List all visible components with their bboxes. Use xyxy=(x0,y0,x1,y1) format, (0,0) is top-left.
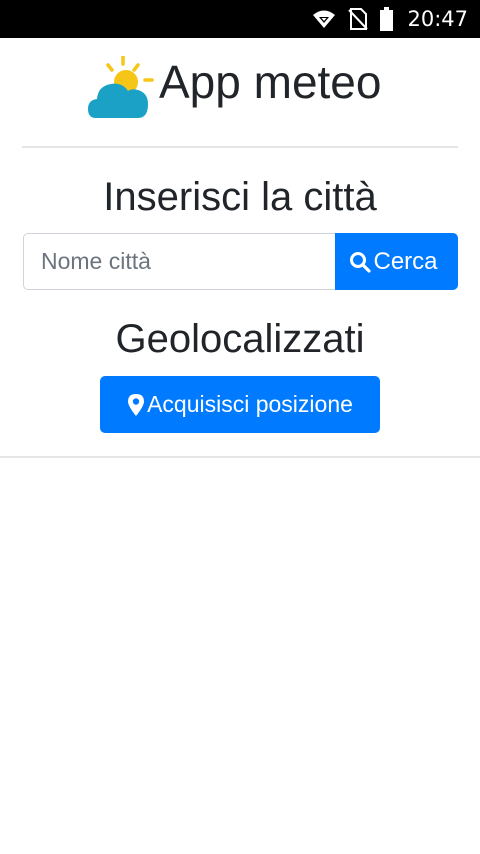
search-icon xyxy=(349,251,372,273)
header-divider xyxy=(22,146,458,148)
battery-icon xyxy=(380,7,394,31)
status-icons: 20:47 xyxy=(312,0,468,38)
city-input[interactable] xyxy=(23,233,335,290)
acquire-position-label: Acquisisci posizione xyxy=(147,391,353,417)
sun-cloud-icon xyxy=(86,56,154,118)
wifi-icon xyxy=(312,9,336,29)
app-header: App meteo xyxy=(0,38,480,128)
app-title: App meteo xyxy=(159,56,382,108)
search-button[interactable]: Cerca xyxy=(335,233,458,290)
status-time: 20:47 xyxy=(407,7,468,31)
city-search-group: Cerca xyxy=(23,233,458,290)
city-search-heading: Inserisci la città xyxy=(103,175,377,219)
content-divider xyxy=(0,456,480,458)
acquire-position-button[interactable]: Acquisisci posizione xyxy=(100,376,380,433)
map-pin-icon xyxy=(127,393,145,417)
no-sim-icon xyxy=(348,8,369,30)
status-bar: 20:47 xyxy=(0,0,480,38)
geolocation-heading: Geolocalizzati xyxy=(115,317,365,361)
search-button-label: Cerca xyxy=(373,247,438,275)
